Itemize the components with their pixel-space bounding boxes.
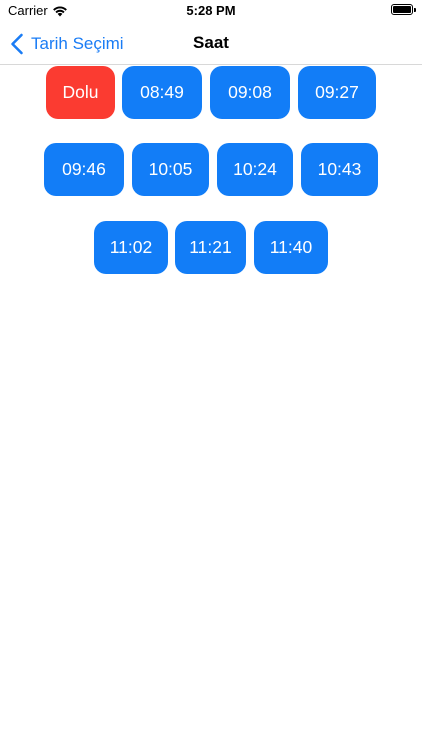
time-slot[interactable]: 11:21: [175, 221, 246, 274]
time-slot[interactable]: 09:08: [210, 66, 290, 119]
time-slot-busy[interactable]: Dolu: [46, 66, 115, 119]
time-slot[interactable]: 11:40: [254, 221, 328, 274]
time-slot[interactable]: 09:46: [44, 143, 124, 196]
time-slot[interactable]: 10:05: [132, 143, 209, 196]
time-slot[interactable]: 10:24: [217, 143, 293, 196]
time-slot[interactable]: 09:27: [298, 66, 376, 119]
time-slot[interactable]: 11:02: [94, 221, 168, 274]
time-slot[interactable]: 08:49: [122, 66, 202, 119]
time-slot[interactable]: 10:43: [301, 143, 378, 196]
time-slot-grid: Dolu 08:49 09:08 09:27 09:46 10:05 10:24…: [0, 0, 422, 750]
